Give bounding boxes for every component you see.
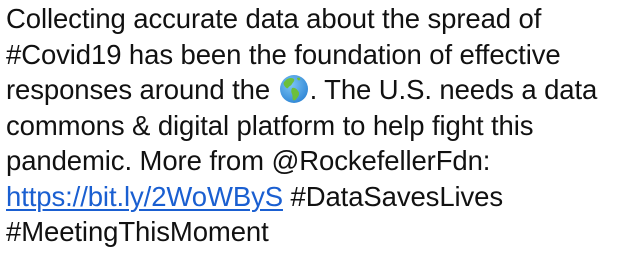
tweet-line-3-start: responses around the (6, 74, 278, 105)
tweet-line-4: commons & digital platform to help fight… (6, 109, 534, 141)
globe-earth-americas-icon (279, 74, 309, 104)
tweet-line-3: responses around the . The U.S. needs a … (6, 72, 630, 108)
hashtag-datasaveslives[interactable]: #DataSavesLives (283, 181, 504, 212)
hashtag-meetingthismoment[interactable]: #MeetingThisMoment (6, 214, 630, 250)
tweet-line-1: Collecting accurate data about the sprea… (6, 3, 542, 34)
tweet-text: Collecting accurate data about the sprea… (6, 1, 630, 250)
tweet-link[interactable]: https://bit.ly/2WoWByS (6, 181, 283, 212)
tweet-line-2: #Covid19 has been the foundation of effe… (6, 38, 561, 70)
tweet-line-6: https://bit.ly/2WoWByS #DataSavesLives (6, 179, 630, 215)
tweet-line-5: pandemic. More from @RockefellerFdn: (6, 145, 491, 176)
tweet-line-3-end: . The U.S. needs a data (309, 74, 598, 105)
